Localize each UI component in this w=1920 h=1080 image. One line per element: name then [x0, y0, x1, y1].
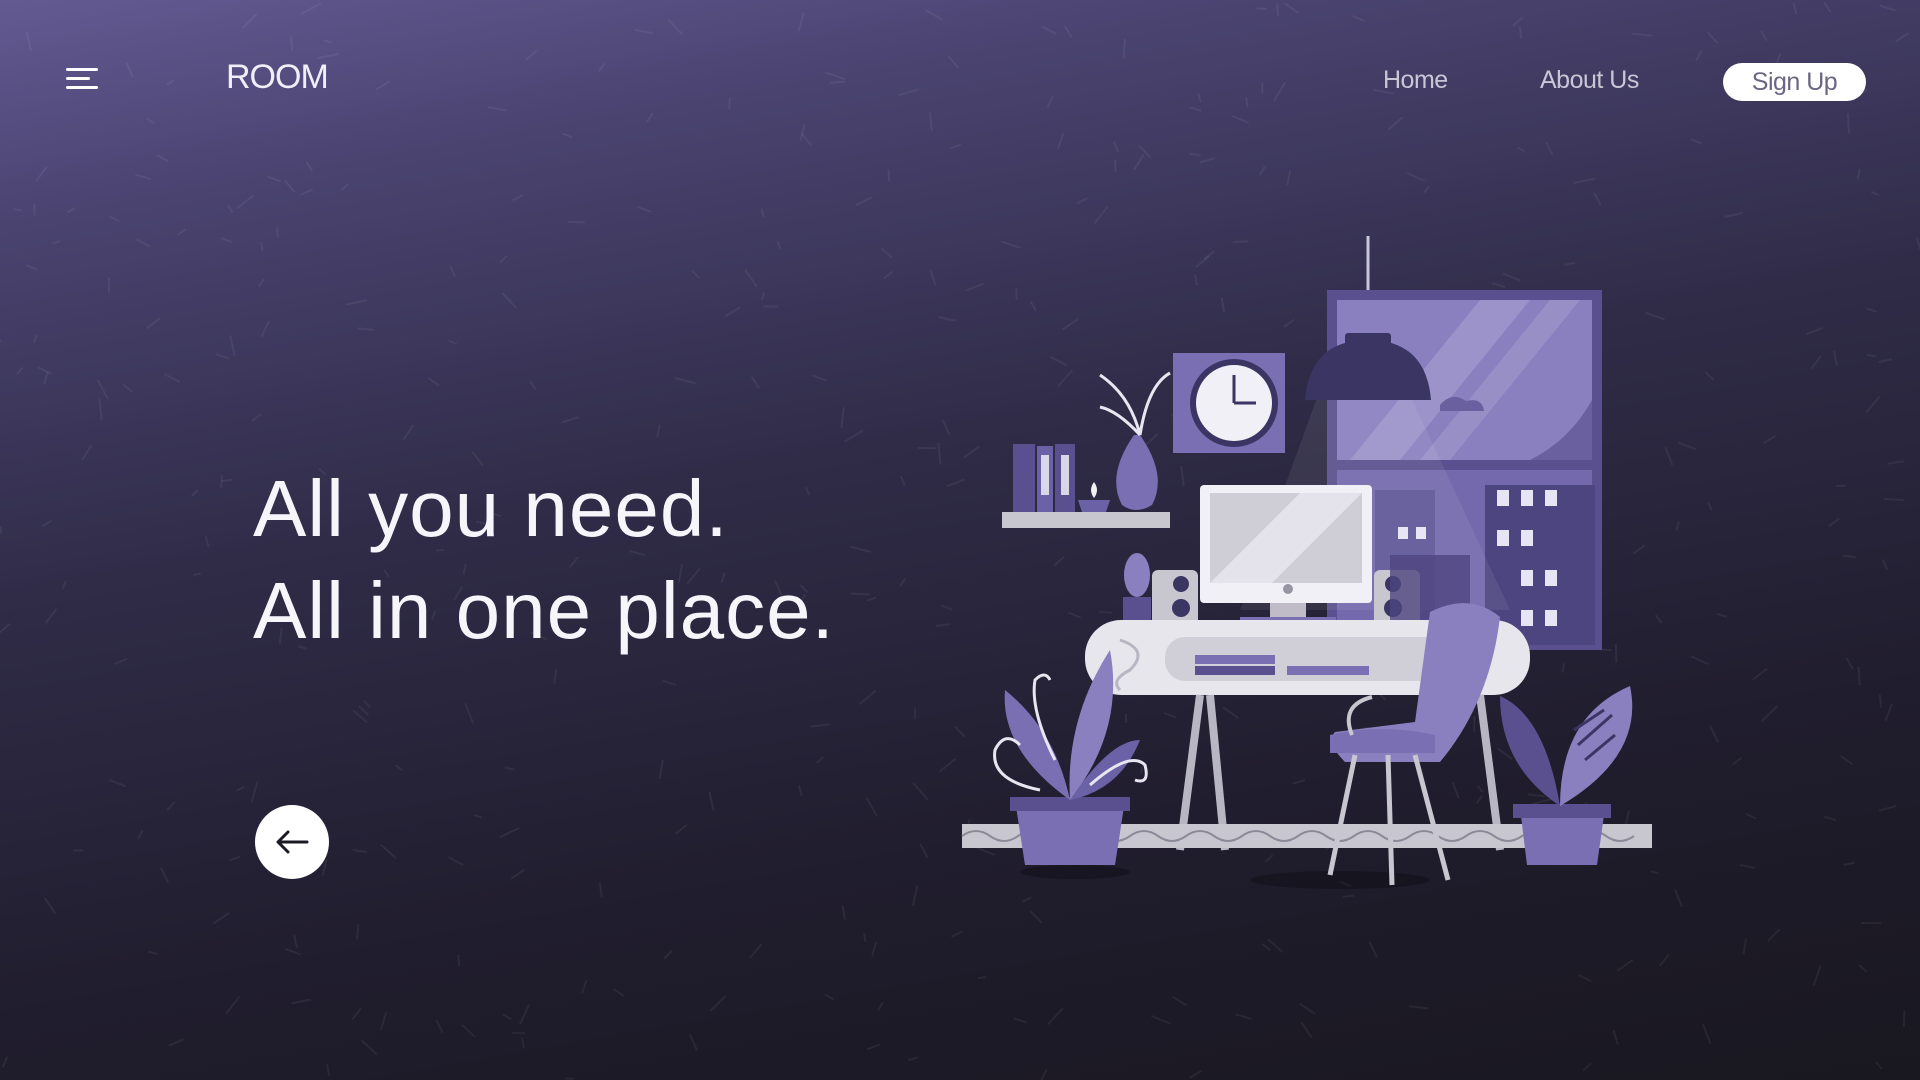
hamburger-menu-icon[interactable]: [66, 66, 102, 92]
back-button[interactable]: [255, 805, 329, 879]
nav-link-home[interactable]: Home: [1383, 66, 1448, 95]
sign-up-button[interactable]: Sign Up: [1723, 63, 1866, 101]
brand-logo[interactable]: ROOM: [226, 58, 329, 97]
hero-headline: All you need. All in one place.: [253, 458, 835, 662]
nav-link-about-us[interactable]: About Us: [1540, 66, 1639, 95]
hero-line-2: All in one place.: [253, 566, 835, 655]
hero-line-1: All you need.: [253, 464, 729, 553]
workspace-illustration: [961, 236, 1652, 889]
wall-clock-illustration: [1173, 353, 1285, 453]
arrow-left-icon: [276, 830, 309, 854]
